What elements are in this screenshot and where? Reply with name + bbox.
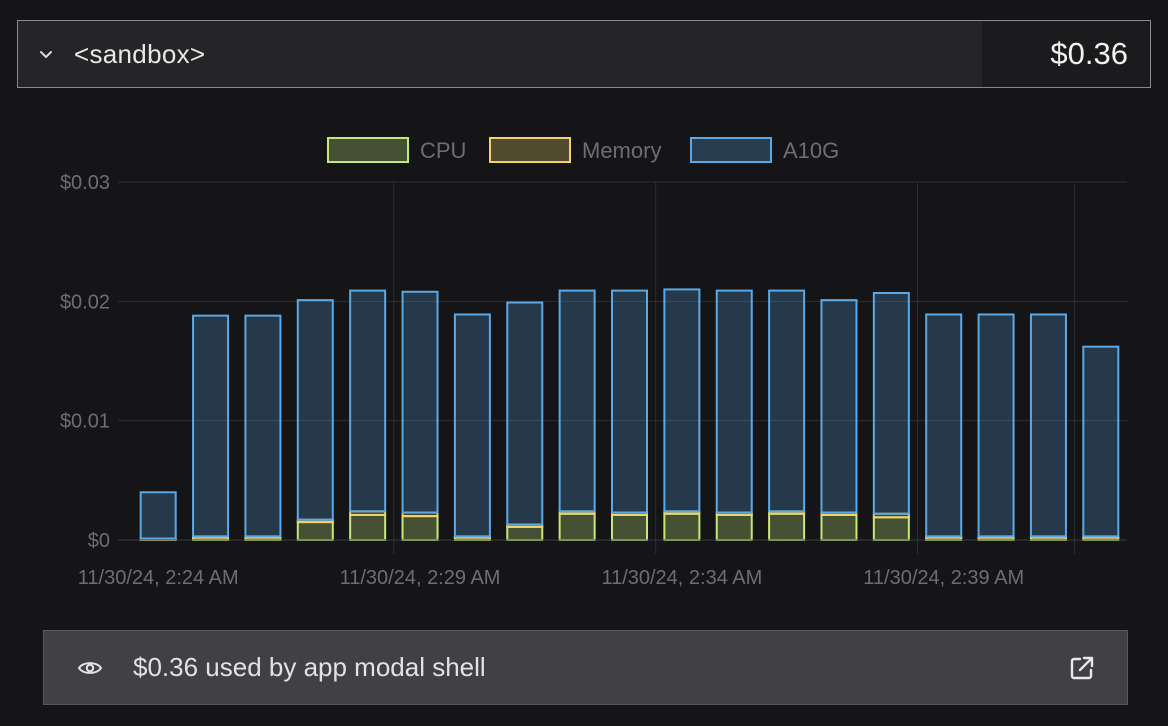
legend-swatch-cpu bbox=[327, 137, 409, 163]
bar-cpu bbox=[820, 513, 858, 542]
bar-a10g bbox=[244, 314, 282, 538]
bar-cpu bbox=[715, 513, 753, 542]
legend-swatch-memory bbox=[489, 137, 571, 163]
bar-a10g bbox=[349, 289, 387, 513]
bar-a10g bbox=[453, 313, 491, 538]
bar-a10g bbox=[192, 314, 230, 538]
bar-a10g bbox=[139, 491, 177, 540]
external-link-icon[interactable] bbox=[1067, 653, 1097, 683]
bar-a10g bbox=[1029, 313, 1067, 538]
app-cost-header: <sandbox> $0.36 bbox=[17, 20, 1151, 88]
y-tick-label: $0.02 bbox=[60, 291, 110, 313]
y-tick-label: $0.03 bbox=[60, 172, 110, 194]
bar-cpu bbox=[296, 521, 334, 541]
total-cost: $0.36 bbox=[982, 21, 1150, 87]
legend-label-cpu: CPU bbox=[420, 138, 466, 163]
bar-cpu bbox=[558, 512, 596, 541]
legend-label-memory: Memory bbox=[582, 138, 661, 163]
bar-a10g bbox=[820, 299, 858, 514]
x-tick-label: 11/30/24, 2:34 AM bbox=[601, 567, 762, 589]
usage-summary-text: $0.36 used by app modal shell bbox=[133, 652, 486, 682]
x-tick-label: 11/30/24, 2:39 AM bbox=[863, 567, 1024, 589]
bar-a10g bbox=[1082, 345, 1120, 538]
bar-cpu bbox=[611, 513, 648, 542]
bar-a10g bbox=[558, 289, 596, 513]
bar-a10g bbox=[611, 289, 648, 514]
bar-cpu bbox=[401, 515, 439, 542]
bar-cpu bbox=[663, 512, 701, 541]
x-tick-label: 11/30/24, 2:29 AM bbox=[340, 567, 501, 589]
bar-a10g bbox=[925, 313, 963, 538]
bar-a10g bbox=[977, 313, 1015, 538]
y-tick-label: $0 bbox=[88, 530, 110, 552]
eye-icon[interactable] bbox=[77, 655, 103, 681]
bar-a10g bbox=[401, 290, 439, 514]
expand-toggle[interactable]: <sandbox> bbox=[18, 21, 982, 87]
x-tick-label: 11/30/24, 2:24 AM bbox=[78, 567, 239, 589]
bar-a10g bbox=[296, 299, 334, 521]
bar-a10g bbox=[663, 288, 701, 513]
bar-cpu bbox=[506, 525, 544, 542]
y-tick-label: $0.01 bbox=[60, 411, 110, 433]
legend-label-a10g: A10G bbox=[783, 138, 839, 163]
bar-cpu bbox=[349, 513, 387, 542]
chevron-down-icon[interactable] bbox=[36, 44, 56, 64]
bar-a10g bbox=[506, 301, 544, 526]
usage-summary-bar: $0.36 used by app modal shell bbox=[43, 630, 1128, 705]
bar-a10g bbox=[715, 289, 753, 514]
bar-a10g bbox=[872, 291, 910, 515]
cost-bar-chart: $0 $0.01 $0.02 $0.03 11/30/24, 2:24 AM 11/30/… bbox=[60, 137, 1127, 589]
bar-cpu bbox=[872, 516, 910, 541]
legend-swatch-a10g bbox=[690, 137, 772, 163]
app-name: <sandbox> bbox=[74, 38, 206, 69]
bar-cpu bbox=[768, 512, 806, 541]
bar-a10g bbox=[768, 289, 806, 513]
